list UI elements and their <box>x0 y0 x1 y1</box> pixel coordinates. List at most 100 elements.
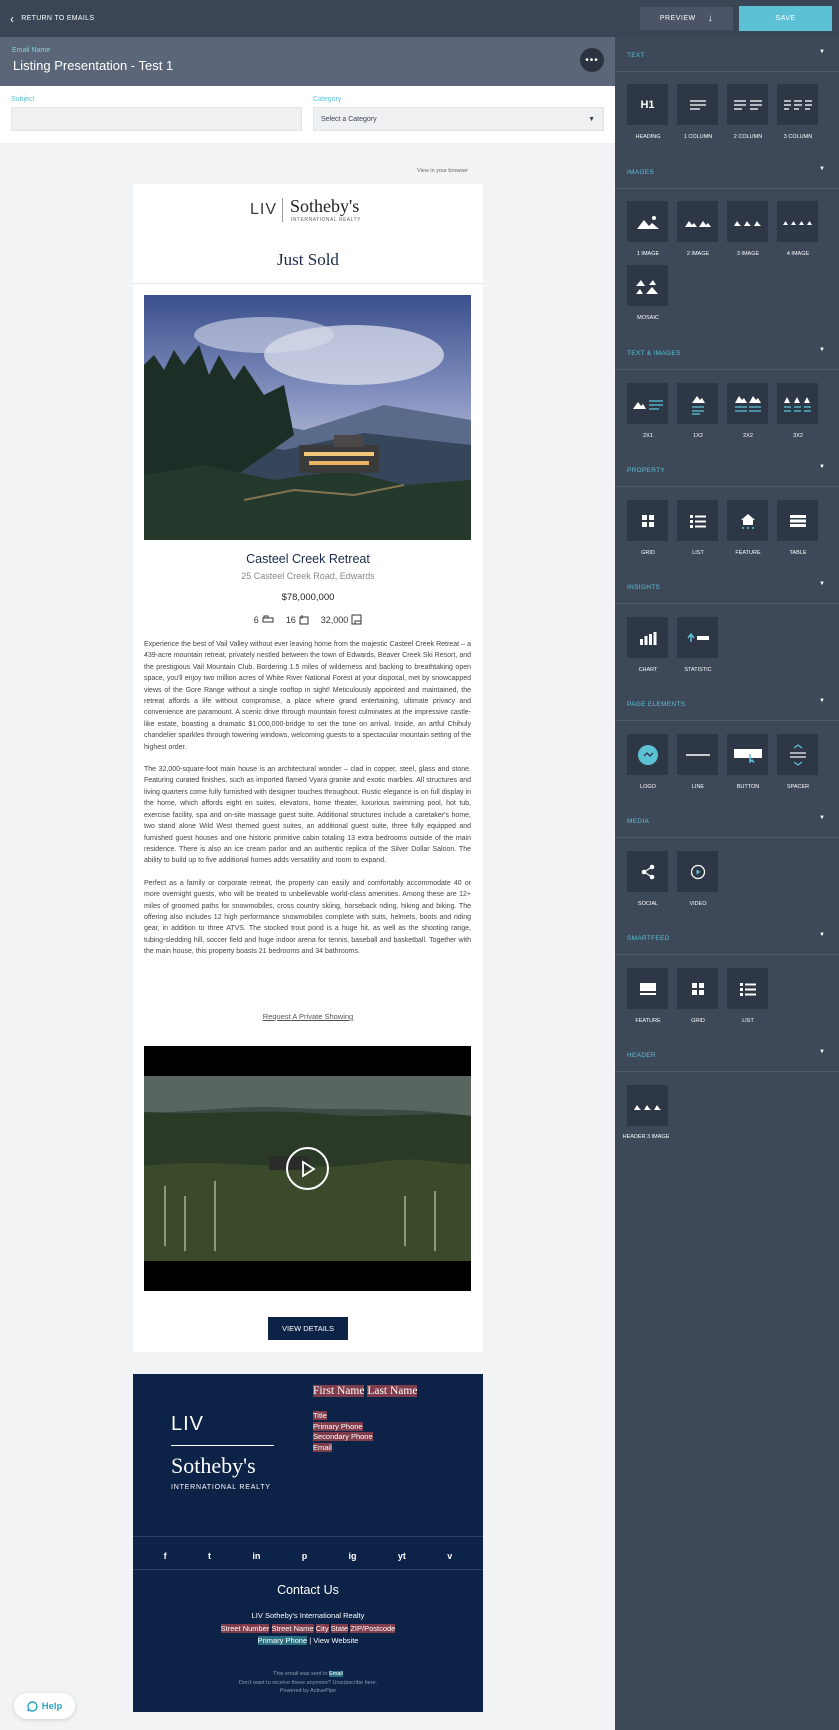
block-3-image[interactable] <box>727 201 768 242</box>
category-select[interactable]: Select a Category ▼ <box>313 107 604 131</box>
section-property[interactable]: PROPERTY ▼ <box>615 452 839 487</box>
tile-label: 1 IMAGE <box>636 251 660 257</box>
linkedin-icon[interactable]: in <box>252 1551 260 1561</box>
block-1-image[interactable] <box>627 201 668 242</box>
return-to-emails-link[interactable]: ‹ RETURN TO EMAILS <box>10 0 94 37</box>
block-1-column[interactable] <box>677 84 718 125</box>
section-media[interactable]: MEDIA ▼ <box>615 803 839 838</box>
button-icon <box>733 748 762 763</box>
block-logo[interactable] <box>627 734 668 775</box>
block-property-feature[interactable] <box>727 500 768 541</box>
block-header-3-image[interactable] <box>627 1085 668 1126</box>
section-page-elements[interactable]: PAGE ELEMENTS ▼ <box>615 686 839 721</box>
block-statistic[interactable] <box>677 617 718 658</box>
logo-sothebys-text: Sotheby's <box>290 196 360 216</box>
email-body-block[interactable]: LIV Sotheby's INTERNATIONAL REALTY Just … <box>133 184 483 1352</box>
block-smartfeed-grid[interactable] <box>677 968 718 1009</box>
headline: Just Sold <box>277 250 339 269</box>
view-in-browser-link[interactable]: View in your browser <box>417 168 468 174</box>
agent-name: First Name Last Name <box>313 1385 418 1397</box>
block-smartfeed-list[interactable] <box>727 968 768 1009</box>
block-mosaic[interactable] <box>627 265 668 306</box>
pinterest-icon[interactable]: p <box>302 1551 308 1561</box>
spacer-icon <box>789 743 806 766</box>
block-2x1[interactable] <box>627 383 668 424</box>
table-icon <box>789 514 806 527</box>
block-social[interactable] <box>627 851 668 892</box>
company-name: LIV Sotheby's International Realty <box>251 1611 365 1620</box>
block-2x2[interactable] <box>727 383 768 424</box>
section-text-images[interactable]: TEXT & IMAGES ▼ <box>615 335 839 370</box>
list-icon <box>689 514 706 528</box>
blocks-sidebar: TEXT ▼ H1 HEADING 1 COLUMN 2 COLUMN 3 CO… <box>615 37 839 1730</box>
preview-label: PREVIEW <box>659 15 696 22</box>
preview-button[interactable]: PREVIEW ↓ <box>640 7 733 30</box>
property-title: Casteel Creek Retreat <box>246 552 370 566</box>
block-chart[interactable] <box>627 617 668 658</box>
section-title: HEADER <box>627 1052 656 1059</box>
tile-label: HEADER 3 IMAGE <box>622 1134 670 1140</box>
block-3x2[interactable] <box>777 383 818 424</box>
section-insights[interactable]: INSIGHTS ▼ <box>615 569 839 604</box>
floorplan-icon <box>351 614 362 625</box>
block-property-list[interactable] <box>677 500 718 541</box>
email-settings-fields: Subject Category Select a Category ▼ <box>0 86 615 143</box>
section-text[interactable]: TEXT ▼ <box>615 37 839 72</box>
email-footer-block[interactable]: LIV Sotheby's INTERNATIONAL REALTY First… <box>133 1374 483 1712</box>
facebook-icon[interactable]: f <box>164 1551 167 1561</box>
help-label: Help <box>41 1700 63 1712</box>
block-2-column[interactable] <box>727 84 768 125</box>
chevron-down-icon: ▼ <box>819 347 825 353</box>
block-1x2[interactable] <box>677 383 718 424</box>
first-name-token: First Name <box>313 1385 365 1397</box>
block-line[interactable] <box>677 734 718 775</box>
section-title: MEDIA <box>627 818 650 825</box>
view-details-button[interactable]: VIEW DETAILS <box>268 1317 348 1340</box>
instagram-icon[interactable]: ig <box>349 1551 357 1561</box>
tile-label: MOSAIC <box>637 315 659 321</box>
feature-icon <box>639 982 656 995</box>
block-property-grid[interactable] <box>627 500 668 541</box>
subject-input[interactable] <box>11 107 302 131</box>
sent-to-text: This email was sent to <box>273 1671 328 1677</box>
play-icon <box>301 1159 316 1178</box>
tile-label: SPACER <box>786 784 810 790</box>
section-smartfeed[interactable]: SMARTFEED ▼ <box>615 920 839 955</box>
vimeo-icon[interactable]: v <box>447 1551 452 1561</box>
logo-icon <box>637 744 658 765</box>
more-options-button[interactable]: ••• <box>580 48 604 72</box>
block-button[interactable] <box>727 734 768 775</box>
tile-label: 4 IMAGE <box>786 251 810 257</box>
property-hero-image[interactable] <box>144 295 471 540</box>
description-paragraph: Experience the best of Vail Valley witho… <box>144 641 471 751</box>
video-block[interactable] <box>144 1046 471 1291</box>
block-property-table[interactable] <box>777 500 818 541</box>
youtube-icon[interactable]: yt <box>398 1551 406 1561</box>
logo-divider <box>282 198 283 222</box>
ellipsis-icon: ••• <box>585 54 599 66</box>
section-images[interactable]: IMAGES ▼ <box>615 154 839 189</box>
play-button[interactable] <box>286 1147 329 1190</box>
description-paragraph: Perfect as a family or corporate retreat… <box>144 879 471 956</box>
three-mountains-icon <box>633 1104 661 1110</box>
block-spacer[interactable] <box>777 734 818 775</box>
block-2-image[interactable] <box>677 201 718 242</box>
twitter-icon[interactable]: t <box>208 1551 211 1561</box>
section-title: TEXT <box>627 52 645 59</box>
view-website-link[interactable]: | View Website <box>309 1636 358 1645</box>
section-header[interactable]: HEADER ▼ <box>615 1037 839 1072</box>
block-smartfeed-feature[interactable] <box>627 968 668 1009</box>
help-button[interactable]: Help <box>14 1693 75 1719</box>
block-3-column[interactable] <box>777 84 818 125</box>
tile-label: LINE <box>691 784 705 790</box>
block-4-image[interactable] <box>777 201 818 242</box>
request-showing-link[interactable]: Request A Private Showing <box>133 1012 483 1021</box>
block-heading[interactable]: H1 <box>627 84 668 125</box>
block-video[interactable] <box>677 851 718 892</box>
subject-label: Subject <box>11 96 35 103</box>
section-title: TEXT & IMAGES <box>627 350 681 357</box>
save-button[interactable]: SAVE <box>739 6 832 31</box>
unsubscribe-text[interactable]: Don't want to receive these anymore? Uns… <box>133 1679 483 1688</box>
email-name-value[interactable]: Listing Presentation - Test 1 <box>13 58 173 73</box>
tile-label: 2 IMAGE <box>686 251 710 257</box>
